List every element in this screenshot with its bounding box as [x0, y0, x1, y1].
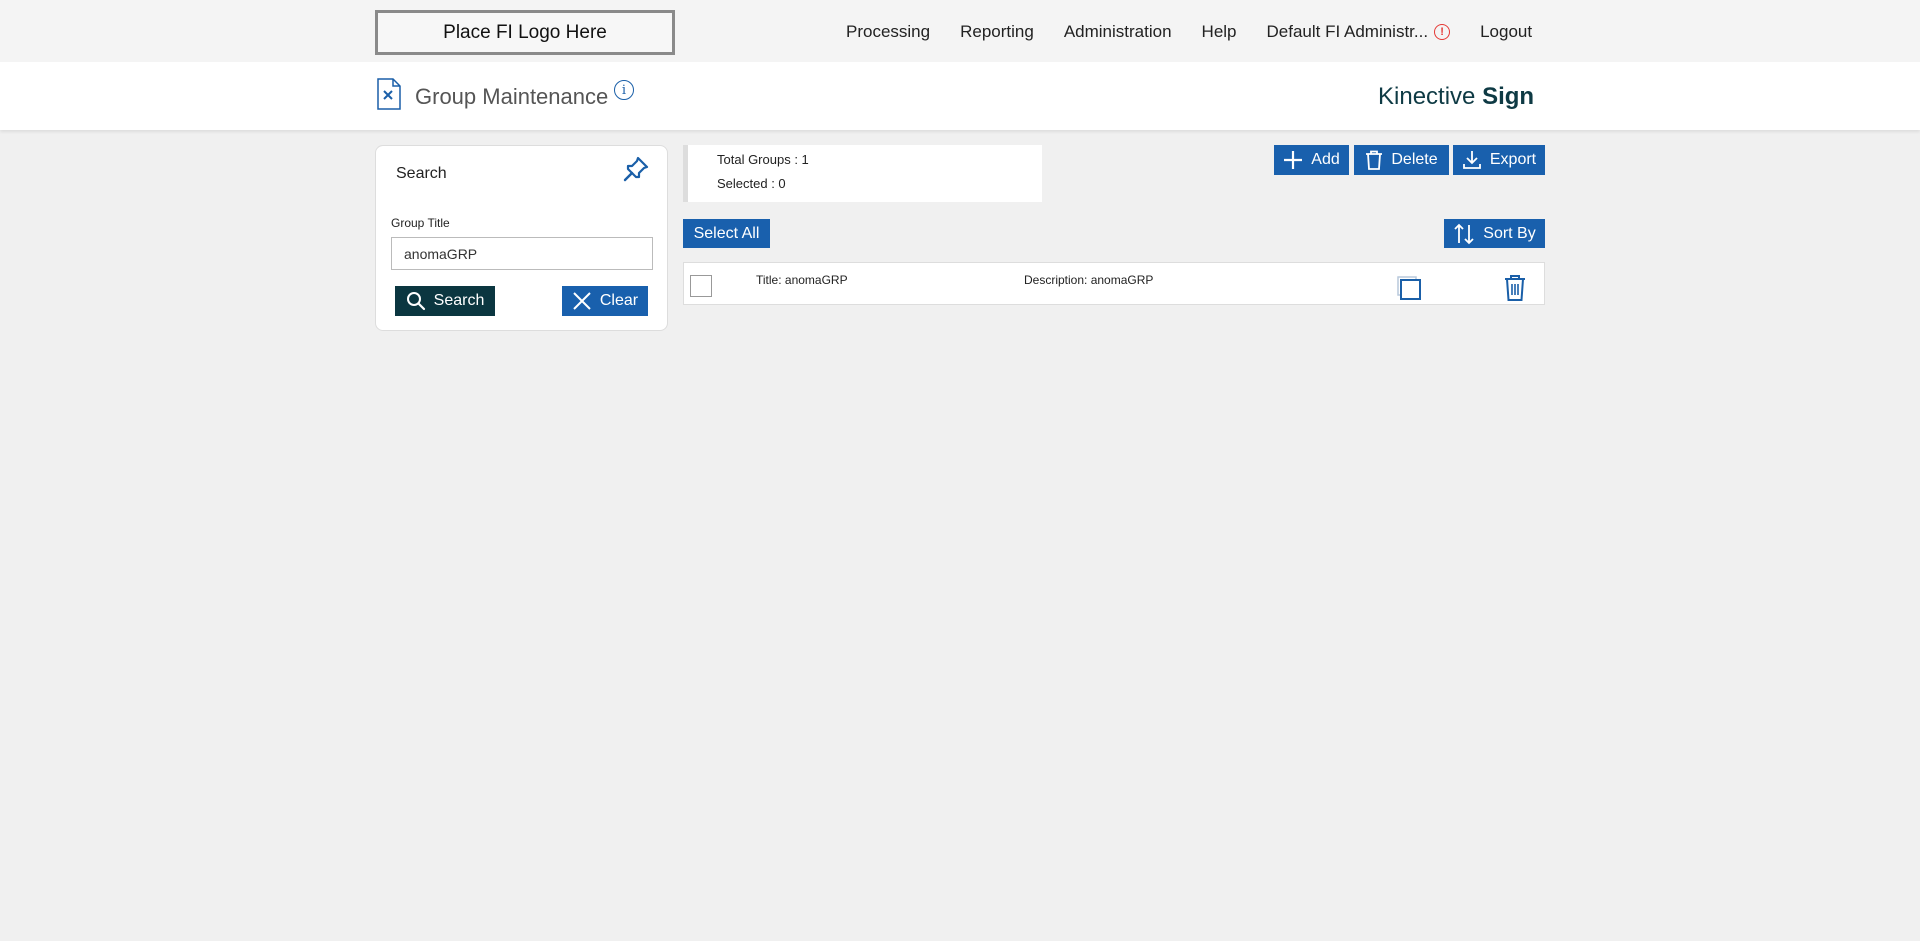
search-panel: Search Group Title Search Clear — [375, 145, 668, 331]
top-navigation-bar: Place FI Logo Here Processing Reporting … — [0, 0, 1920, 62]
download-icon — [1462, 151, 1481, 169]
add-button-label: Add — [1311, 151, 1340, 168]
search-panel-title: Search — [396, 165, 447, 182]
document-x-icon — [377, 78, 401, 110]
export-button[interactable]: Export — [1453, 145, 1545, 175]
main-nav: Processing Reporting Administration Help… — [846, 22, 1532, 42]
fi-logo-placeholder[interactable]: Place FI Logo Here — [375, 10, 675, 55]
copy-icon[interactable] — [1396, 275, 1422, 301]
plus-icon — [1284, 151, 1303, 169]
nav-administration[interactable]: Administration — [1064, 22, 1172, 42]
summary-box: Total Groups : 1 Selected : 0 — [683, 145, 1042, 202]
nav-reporting[interactable]: Reporting — [960, 22, 1034, 42]
page-title: Group Maintenance — [415, 84, 609, 109]
search-button[interactable]: Search — [395, 286, 495, 316]
pin-icon[interactable] — [621, 154, 651, 184]
info-icon[interactable]: i — [614, 80, 634, 100]
selected-count: Selected : 0 — [717, 176, 786, 191]
alert-circle-icon: ! — [1434, 24, 1451, 40]
row-description: Description: anomaGRP — [1024, 273, 1154, 287]
select-all-button[interactable]: Select All — [683, 219, 770, 248]
close-icon — [573, 292, 591, 310]
delete-button-label: Delete — [1391, 151, 1438, 168]
sort-by-button[interactable]: Sort By — [1444, 219, 1545, 248]
clear-button[interactable]: Clear — [562, 286, 648, 316]
table-row[interactable]: Title: anomaGRP Description: anomaGRP — [683, 262, 1545, 305]
brand-bold: Sign — [1482, 83, 1535, 110]
brand-logo: Kinective Sign — [1378, 83, 1534, 111]
delete-button[interactable]: Delete — [1354, 145, 1449, 175]
nav-processing[interactable]: Processing — [846, 22, 930, 42]
nav-help[interactable]: Help — [1202, 22, 1237, 42]
add-button[interactable]: Add — [1274, 145, 1349, 175]
nav-user-menu[interactable]: Default FI Administr... ! — [1267, 22, 1451, 42]
row-checkbox[interactable] — [690, 275, 712, 297]
delete-row-icon[interactable] — [1502, 274, 1528, 302]
row-title: Title: anomaGRP — [756, 273, 848, 287]
page-header: Group Maintenance i Kinective Sign — [0, 62, 1920, 130]
user-name: Default FI Administr... — [1266, 22, 1429, 41]
total-groups-count: Total Groups : 1 — [717, 152, 809, 167]
nav-logout[interactable]: Logout — [1480, 22, 1532, 42]
export-button-label: Export — [1489, 151, 1537, 168]
group-title-input[interactable] — [391, 237, 653, 270]
search-icon — [406, 292, 425, 311]
clear-button-label: Clear — [599, 292, 639, 309]
search-button-label: Search — [433, 292, 485, 309]
sort-by-button-label: Sort By — [1483, 224, 1536, 242]
trash-icon — [1366, 150, 1383, 170]
group-title-label: Group Title — [391, 216, 450, 230]
brand-light: Kinective — [1378, 83, 1476, 110]
sort-icon — [1454, 223, 1474, 244]
